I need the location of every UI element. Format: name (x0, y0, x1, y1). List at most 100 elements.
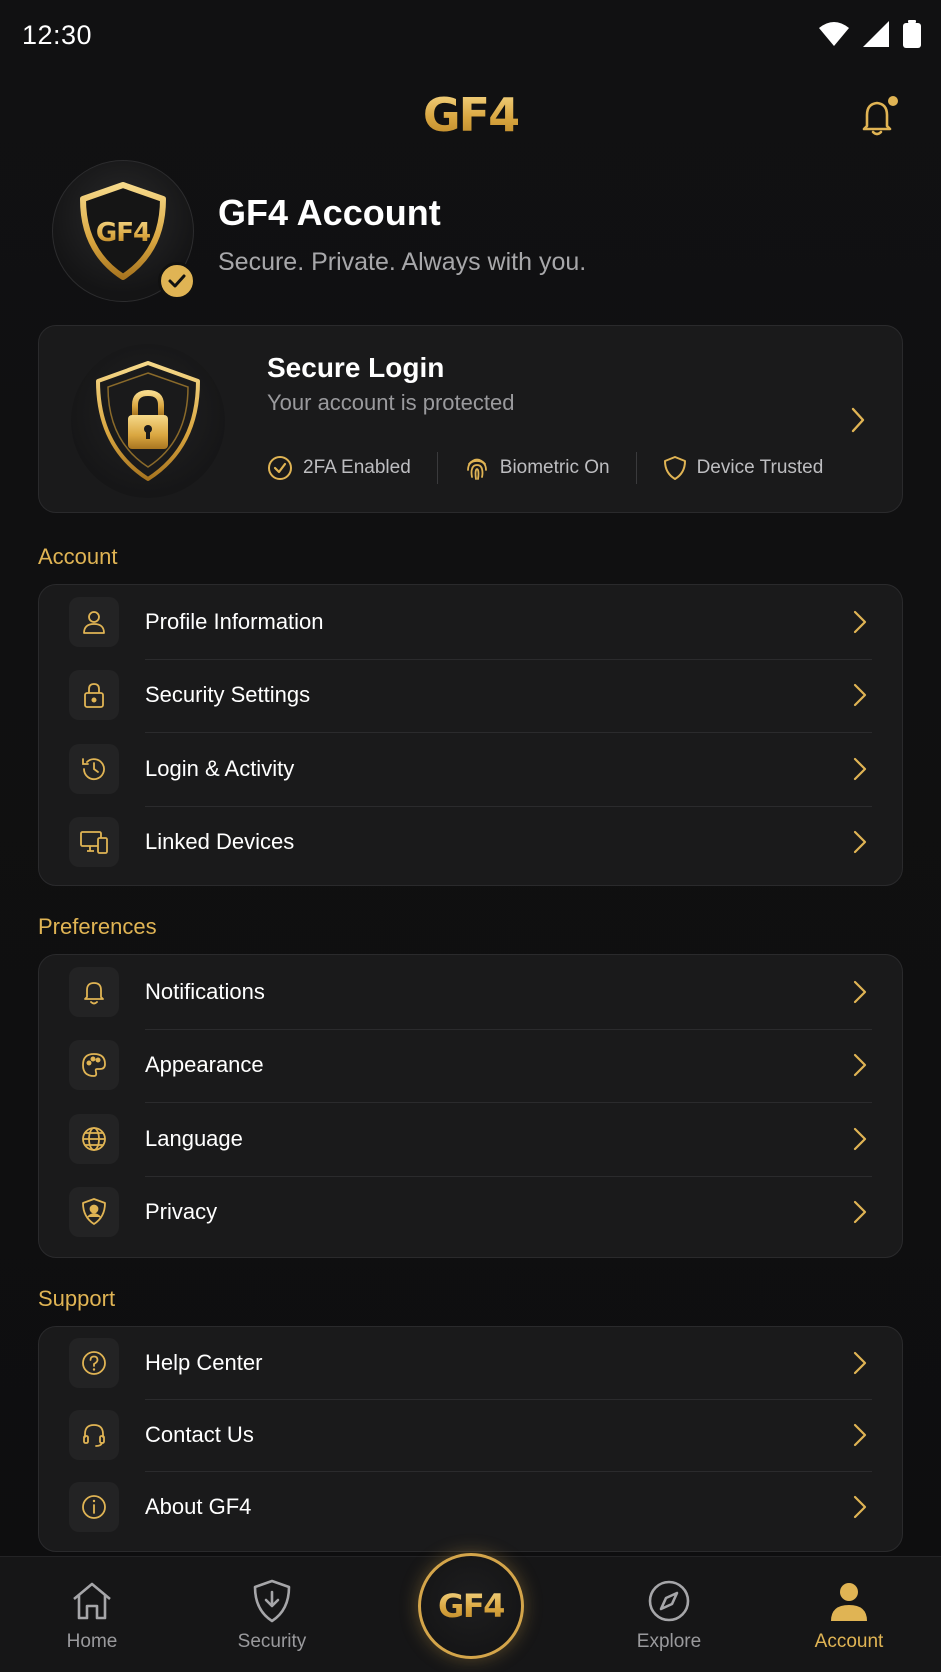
chevron-right-icon (850, 406, 866, 439)
chevron-right-icon (852, 755, 872, 783)
status-time: 12:30 (22, 20, 93, 50)
menu-item-label: Security Settings (145, 682, 311, 708)
menu-item-appearance[interactable]: Appearance (39, 1028, 902, 1103)
wifi-icon (819, 22, 849, 46)
cellular-signal-icon (863, 21, 889, 47)
fingerprint-icon (466, 458, 487, 480)
nav-label: Security (237, 1631, 307, 1652)
avatar-logo-text: GF4 (96, 218, 150, 248)
account-menu: Profile Information Security Settings Lo… (38, 584, 903, 886)
chevron-right-icon (852, 1125, 872, 1153)
divider (635, 452, 637, 484)
shield-logo-icon: GF4 (80, 182, 166, 280)
shield-lock-icon (96, 361, 200, 481)
menu-item-label: Contact Us (145, 1422, 254, 1447)
badge-device-label: Device Trusted (696, 457, 824, 478)
checkmark-icon (168, 274, 186, 288)
menu-item-label: About GF4 (145, 1494, 252, 1519)
chevron-right-icon (852, 1198, 872, 1226)
secure-login-card[interactable]: Secure Login Your account is protected 2… (38, 325, 903, 513)
chevron-right-icon (852, 681, 872, 709)
bottom-nav: Home Security GF4 Explore Account (0, 1553, 941, 1672)
chevron-right-icon (852, 828, 872, 856)
security-badges: 2FA Enabled Biometric On Device Trusted (267, 452, 823, 484)
shield-user-icon (69, 1187, 119, 1238)
app-logo: GF4 (0, 88, 941, 142)
nav-label: Explore (636, 1631, 702, 1652)
divider (436, 452, 438, 484)
menu-item-linked-devices[interactable]: Linked Devices (39, 805, 902, 880)
bell-icon (862, 96, 898, 136)
menu-item-contact-us[interactable]: Contact Us (39, 1399, 902, 1471)
chevron-right-icon (852, 1493, 872, 1521)
secure-login-title: Secure Login (267, 352, 445, 383)
menu-item-label: Language (145, 1125, 243, 1151)
menu-item-label: Profile Information (145, 608, 324, 634)
chevron-right-icon (852, 1051, 872, 1079)
nav-center-logo: GF4 (438, 1587, 505, 1625)
nav-account[interactable]: Account (784, 1557, 914, 1672)
section-label-support: Support (38, 1286, 116, 1311)
notification-dot (888, 96, 898, 106)
battery-icon (903, 20, 921, 48)
chevron-right-icon (852, 1349, 872, 1377)
nav-explore[interactable]: Explore (604, 1557, 734, 1672)
bell-icon (69, 966, 119, 1017)
section-label-preferences: Preferences (38, 914, 157, 939)
lock-icon (69, 670, 119, 721)
nav-home[interactable]: Home (27, 1557, 157, 1672)
menu-item-login-activity[interactable]: Login & Activity (39, 732, 902, 806)
menu-item-help-center[interactable]: Help Center (39, 1327, 902, 1399)
nav-label: Home (66, 1631, 118, 1652)
badge-2fa-label: 2FA Enabled (303, 457, 411, 478)
secure-login-subtitle: Your account is protected (267, 390, 515, 415)
menu-item-language[interactable]: Language (39, 1102, 902, 1176)
account-title: GF4 Account (218, 192, 441, 233)
help-circle-icon (69, 1338, 119, 1388)
menu-item-label: Help Center (145, 1350, 263, 1375)
menu-item-security-settings[interactable]: Security Settings (39, 658, 902, 733)
account-screen: 12:30 GF4 GF4 GF4 Account Secure. Privat… (0, 0, 941, 1672)
menu-item-privacy[interactable]: Privacy (39, 1175, 902, 1250)
home-icon (68, 1577, 116, 1625)
info-icon (69, 1482, 119, 1532)
nav-label: Account (814, 1631, 884, 1652)
user-icon (69, 596, 119, 647)
badge-biometric-label: Biometric On (499, 457, 610, 478)
palette-icon (69, 1040, 119, 1091)
check-circle-icon (268, 456, 292, 480)
nav-center-gf4[interactable]: GF4 (418, 1553, 524, 1659)
menu-item-profile-information[interactable]: Profile Information (39, 585, 902, 659)
status-icons (819, 20, 921, 48)
verified-badge (158, 262, 196, 300)
notifications-button[interactable] (855, 94, 901, 140)
badge-biometric: Biometric On (464, 455, 610, 481)
account-subtitle: Secure. Private. Always with you. (218, 248, 587, 276)
secure-shield (71, 344, 225, 498)
menu-item-about[interactable]: About GF4 (39, 1471, 902, 1543)
chevron-right-icon (852, 1421, 872, 1449)
compass-icon (645, 1577, 693, 1625)
support-menu: Help Center Contact Us About GF4 (38, 1326, 903, 1552)
menu-item-label: Linked Devices (145, 829, 295, 855)
devices-icon (69, 817, 119, 868)
app-logo-text: GF4 (422, 88, 520, 142)
section-label-account: Account (38, 544, 118, 569)
nav-security[interactable]: Security (207, 1557, 337, 1672)
shield-icon (663, 456, 686, 480)
history-icon (69, 743, 119, 794)
preferences-menu: Notifications Appearance Language Privac… (38, 954, 903, 1258)
menu-item-label: Notifications (145, 978, 265, 1004)
chevron-right-icon (852, 978, 872, 1006)
account-avatar[interactable]: GF4 (52, 160, 196, 302)
badge-device: Device Trusted (663, 455, 824, 481)
chevron-right-icon (852, 608, 872, 636)
globe-icon (69, 1113, 119, 1164)
headset-icon (69, 1410, 119, 1460)
menu-item-label: Login & Activity (145, 755, 295, 781)
status-bar: 12:30 (0, 0, 941, 74)
shield-download-icon (248, 1577, 296, 1625)
badge-2fa: 2FA Enabled (267, 455, 411, 481)
menu-item-label: Privacy (145, 1199, 218, 1225)
menu-item-notifications[interactable]: Notifications (39, 955, 902, 1029)
